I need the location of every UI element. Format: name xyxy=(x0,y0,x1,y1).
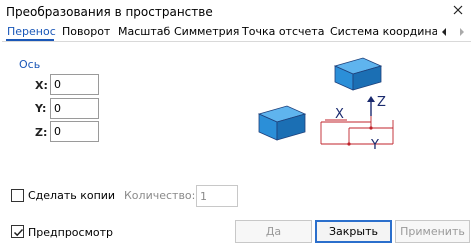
close-icon[interactable] xyxy=(451,3,465,17)
x-field-label: X: xyxy=(35,79,48,92)
preview-label: Предпросмотр xyxy=(28,226,113,239)
target-box xyxy=(333,57,383,91)
y-field-label: Y: xyxy=(35,102,47,115)
y-axis-label: Y xyxy=(370,138,379,152)
x-axis-label: X xyxy=(335,107,344,122)
translation-illustration: X Z Y xyxy=(253,52,413,153)
tab-scale[interactable]: Масштаб xyxy=(118,25,170,38)
apply-button[interactable]: Применить xyxy=(395,220,470,243)
count-input[interactable] xyxy=(196,185,238,207)
ok-button[interactable]: Да xyxy=(235,220,312,243)
count-label: Количество: xyxy=(124,189,196,202)
x-dimension xyxy=(320,116,394,146)
tab-symmetry[interactable]: Симметрия xyxy=(174,25,239,38)
source-box xyxy=(257,105,307,141)
tab-coordinate-system[interactable]: Система координат xyxy=(330,25,445,38)
title-bar: Преобразования в пространстве xyxy=(0,0,473,24)
tab-bar: Перенос Поворот Масштаб Симметрия Точка … xyxy=(2,22,471,42)
close-button[interactable]: Закрыть xyxy=(315,220,392,243)
preview-checkbox[interactable] xyxy=(11,225,24,238)
tab-scroll-right-icon[interactable] xyxy=(455,24,469,40)
window-title: Преобразования в пространстве xyxy=(6,5,213,19)
axis-group-title: Ось xyxy=(19,58,41,71)
x-input[interactable] xyxy=(50,74,99,95)
tab-divider xyxy=(2,41,471,42)
tab-origin[interactable]: Точка отсчета xyxy=(242,25,324,38)
tab-rotate[interactable]: Поворот xyxy=(62,25,110,38)
tab-scroll-left-icon[interactable] xyxy=(437,24,451,40)
checkmark-icon xyxy=(13,228,24,237)
y-input[interactable] xyxy=(50,98,99,119)
tab-move[interactable]: Перенос xyxy=(7,25,56,38)
make-copies-label: Сделать копии xyxy=(28,189,116,202)
z-input[interactable] xyxy=(50,121,99,142)
z-field-label: Z: xyxy=(35,126,48,139)
z-axis-label: Z xyxy=(377,95,386,110)
make-copies-checkbox[interactable] xyxy=(11,189,24,202)
